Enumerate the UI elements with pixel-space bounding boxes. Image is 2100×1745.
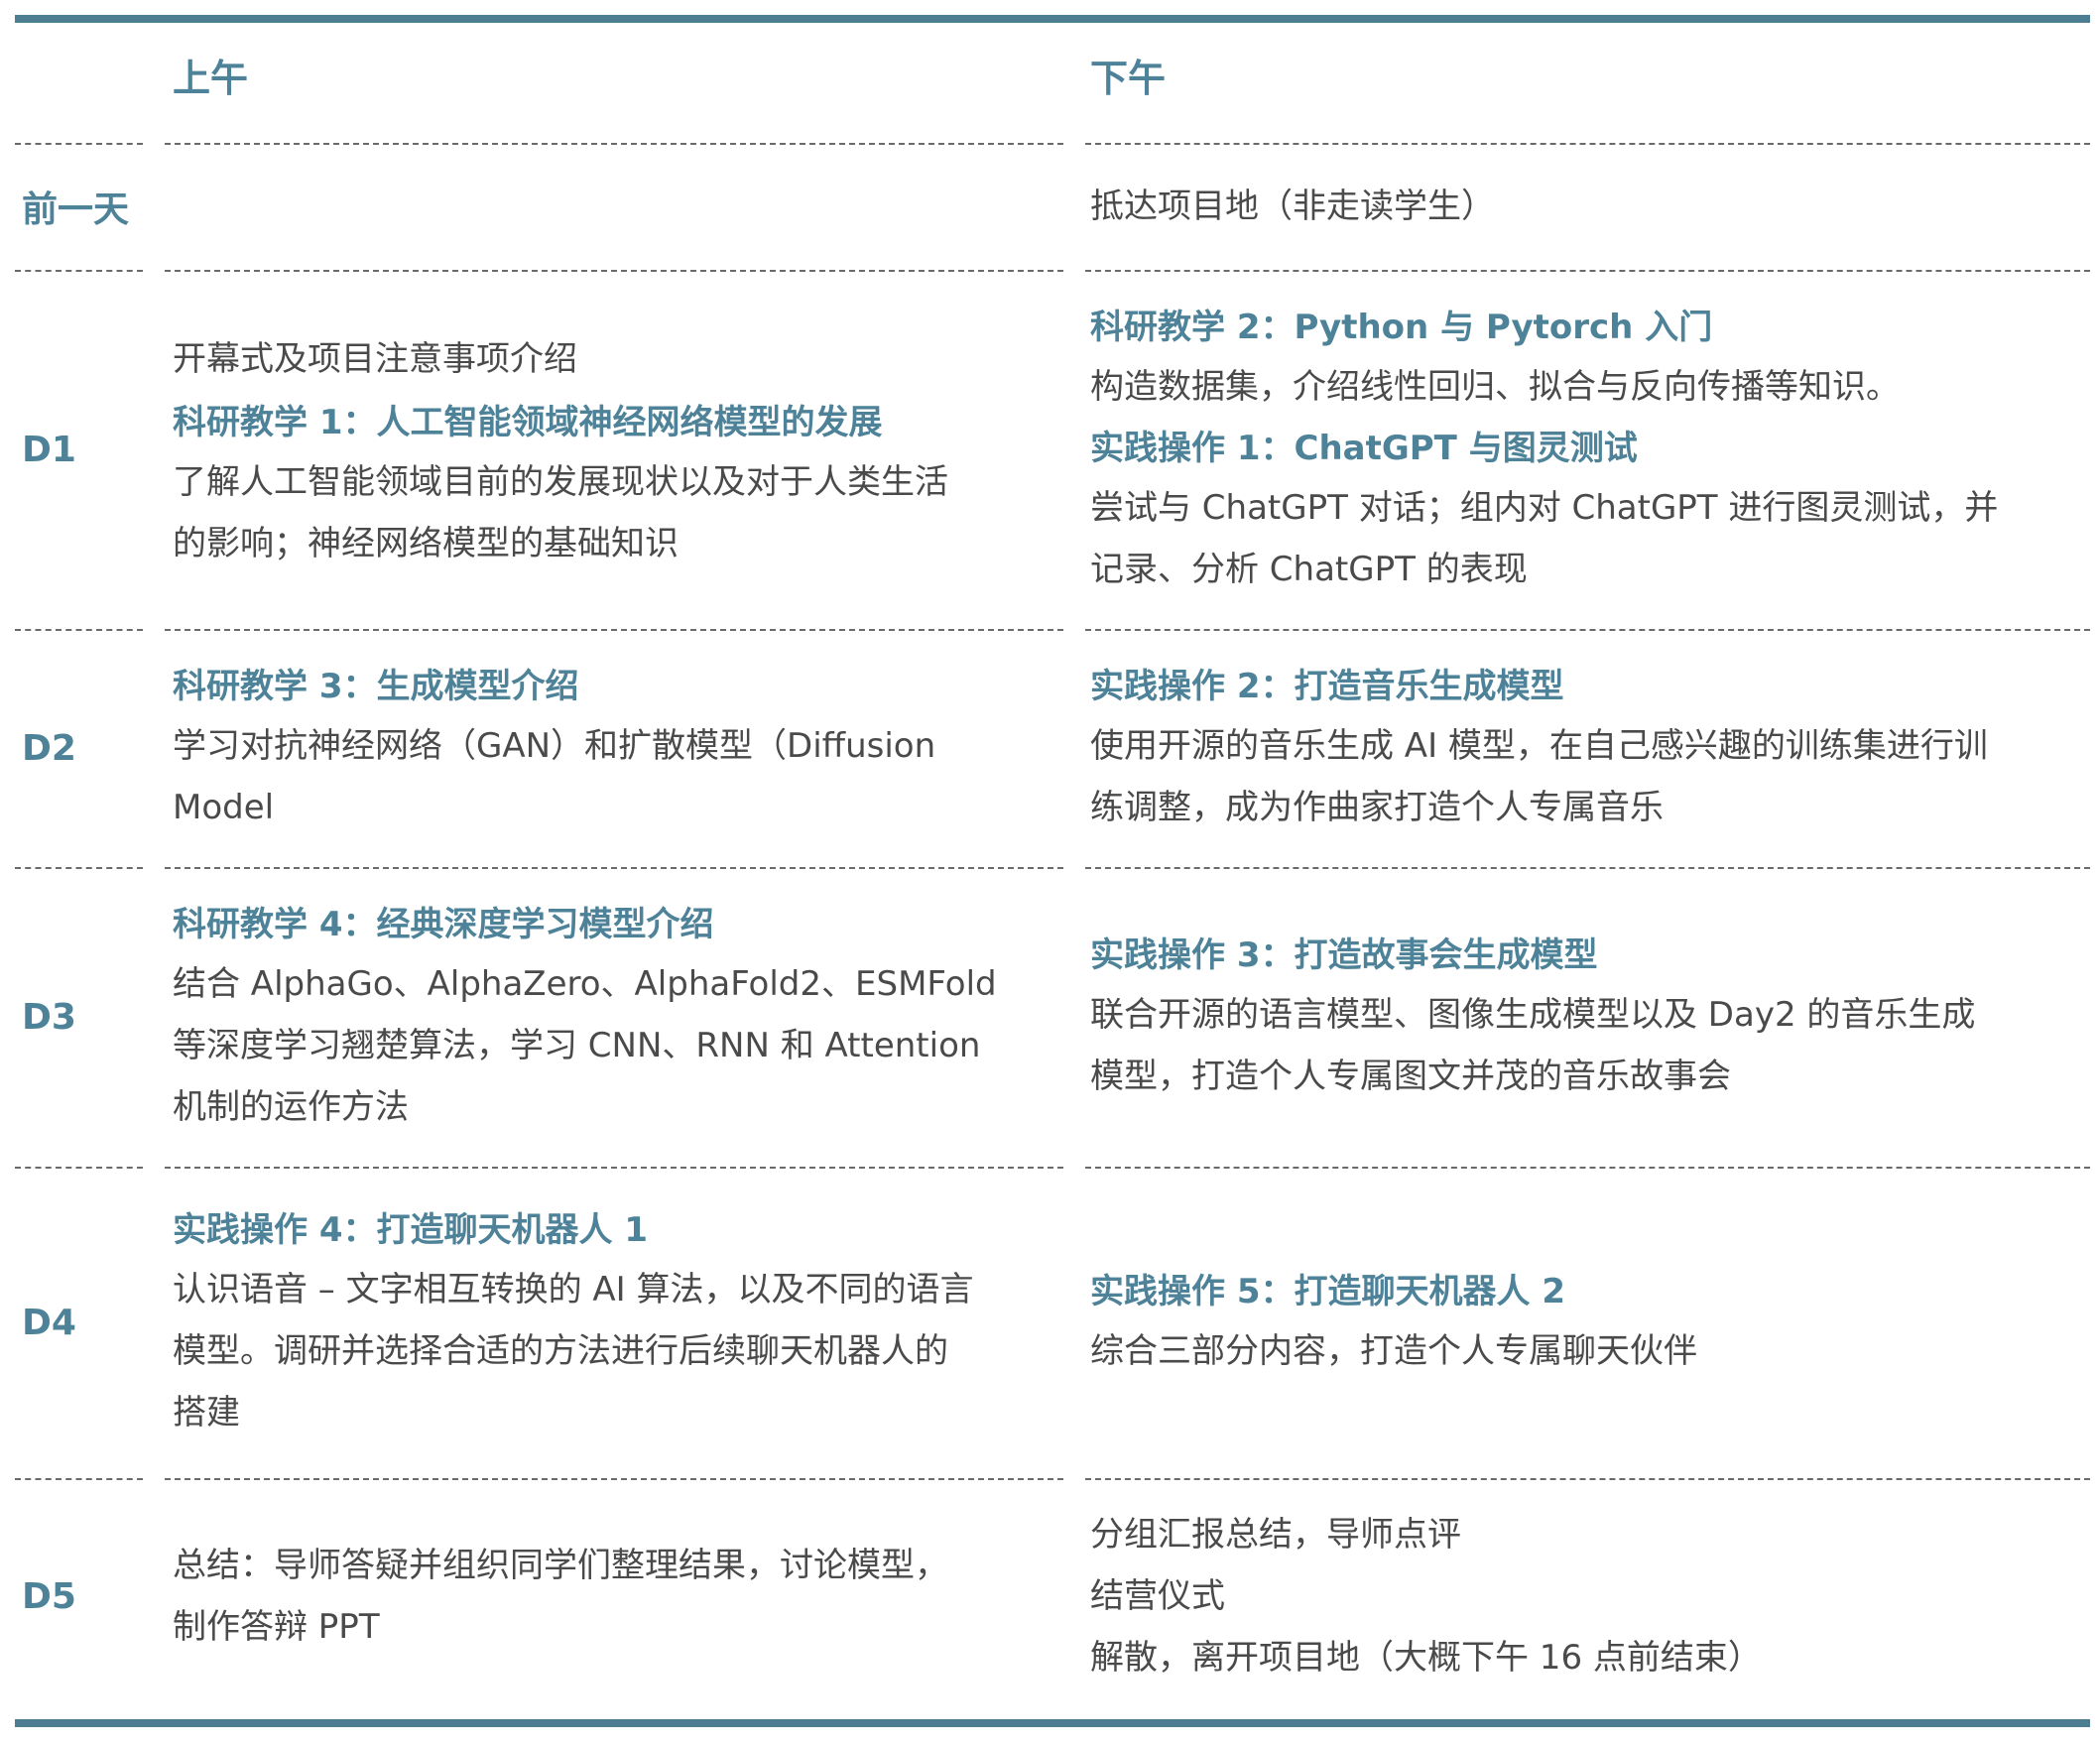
day-label: D3	[22, 996, 76, 1038]
activity-description: 解散，离开项目地（大概下午 16 点前结束）	[1090, 1638, 1762, 1678]
activity-title: 科研教学 1：人工智能领域神经网络模型的发展	[173, 403, 883, 442]
activity-description: 抵达项目地（非走读学生）	[1090, 187, 1495, 226]
activity-description: 结营仪式	[1090, 1576, 1225, 1616]
table-row-d1: D1 开幕式及项目注意事项介绍 科研教学 1：人工智能领域神经网络模型的发展 了…	[0, 270, 2100, 629]
activity-title: 科研教学 2：Python 与 Pytorch 入门	[1090, 308, 1713, 347]
day-label: D5	[22, 1575, 76, 1617]
activity-block: 科研教学 2：Python 与 Pytorch 入门 构造数据集，介绍线性回归、…	[1090, 299, 2082, 418]
table-row-d3: D3 科研教学 4：经典深度学习模型介绍 结合 AlphaGo、AlphaZer…	[0, 867, 2100, 1167]
activity-description: 练调整，成为作曲家打造个人专属音乐	[1090, 788, 1664, 827]
schedule-table: 上午 下午 前一天 抵达项目地（非走读学生） D1 开幕式及项目注意事项介绍 科…	[0, 0, 2100, 1745]
day-label: D2	[22, 727, 76, 769]
day-label: D4	[22, 1302, 76, 1343]
table-row-d5: D5 总结：导师答疑并组织同学们整理结果，讨论模型， 制作答辩 PPT 分组汇报…	[0, 1478, 2100, 1714]
top-rule	[15, 15, 2090, 23]
row-divider	[165, 143, 1063, 145]
activity-title: 实践操作 4：打造聊天机器人 1	[173, 1210, 648, 1250]
activity-description: 总结：导师答疑并组织同学们整理结果，讨论模型，	[173, 1546, 948, 1585]
activity-description: Model	[173, 788, 275, 827]
afternoon-cell: 抵达项目地（非走读学生）	[1090, 143, 2082, 270]
activity-description: 了解人工智能领域目前的发展现状以及对于人类生活	[173, 462, 948, 502]
activity-description: 结合 AlphaGo、AlphaZero、AlphaFold2、ESMFold	[173, 964, 997, 1004]
activity-title: 实践操作 3：打造故事会生成模型	[1090, 935, 1598, 975]
day-label: 前一天	[22, 189, 130, 230]
activity-description: 模型。调研并选择合适的方法进行后续聊天机器人的	[173, 1331, 948, 1371]
afternoon-cell: 科研教学 2：Python 与 Pytorch 入门 构造数据集，介绍线性回归、…	[1090, 270, 2082, 629]
activity-description: 学习对抗神经网络（GAN）和扩散模型（Diffusion	[173, 726, 936, 766]
activity-description: 搭建	[173, 1393, 240, 1433]
afternoon-cell: 分组汇报总结，导师点评 结营仪式 解散，离开项目地（大概下午 16 点前结束）	[1090, 1478, 2082, 1714]
morning-cell: 科研教学 4：经典深度学习模型介绍 结合 AlphaGo、AlphaZero、A…	[173, 867, 1055, 1167]
activity-description: 尝试与 ChatGPT 对话；组内对 ChatGPT 进行图灵测试，并	[1090, 488, 1999, 528]
activity-description: 的影响；神经网络模型的基础知识	[173, 524, 679, 563]
table-row-d2: D2 科研教学 3：生成模型介绍 学习对抗神经网络（GAN）和扩散模型（Diff…	[0, 629, 2100, 867]
column-header-afternoon: 下午	[1090, 57, 1167, 100]
morning-cell: 科研教学 3：生成模型介绍 学习对抗神经网络（GAN）和扩散模型（Diffusi…	[173, 629, 1055, 867]
activity-title: 实践操作 5：打造聊天机器人 2	[1090, 1272, 1565, 1311]
activity-block: 实践操作 1：ChatGPT 与图灵测试 尝试与 ChatGPT 对话；组内对 …	[1090, 420, 2082, 600]
activity-description: 综合三部分内容，打造个人专属聊天伙伴	[1090, 1331, 1697, 1371]
activity-title: 科研教学 3：生成模型介绍	[173, 667, 579, 706]
activity-description: 记录、分析 ChatGPT 的表现	[1090, 550, 1528, 589]
morning-cell: 总结：导师答疑并组织同学们整理结果，讨论模型， 制作答辩 PPT	[173, 1478, 1055, 1714]
activity-description: 分组汇报总结，导师点评	[1090, 1515, 1461, 1555]
activity-description: 开幕式及项目注意事项介绍	[173, 339, 577, 379]
day-label: D1	[22, 429, 76, 470]
afternoon-cell: 实践操作 3：打造故事会生成模型 联合开源的语言模型、图像生成模型以及 Day2…	[1090, 867, 2082, 1167]
activity-title: 科研教学 4：经典深度学习模型介绍	[173, 905, 714, 944]
column-header-morning: 上午	[173, 57, 249, 100]
activity-description: 构造数据集，介绍线性回归、拟合与反向传播等知识。	[1090, 367, 1900, 407]
morning-cell: 实践操作 4：打造聊天机器人 1 认识语音 – 文字相互转换的 AI 算法，以及…	[173, 1167, 1055, 1478]
activity-title: 实践操作 1：ChatGPT 与图灵测试	[1090, 429, 1638, 468]
bottom-rule	[15, 1719, 2090, 1727]
activity-description: 使用开源的音乐生成 AI 模型，在自己感兴趣的训练集进行训	[1090, 726, 1988, 766]
afternoon-cell: 实践操作 5：打造聊天机器人 2 综合三部分内容，打造个人专属聊天伙伴	[1090, 1167, 2082, 1478]
activity-description: 等深度学习翘楚算法，学习 CNN、RNN 和 Attention	[173, 1026, 981, 1065]
activity-description: 认识语音 – 文字相互转换的 AI 算法，以及不同的语言	[173, 1270, 974, 1309]
afternoon-cell: 实践操作 2：打造音乐生成模型 使用开源的音乐生成 AI 模型，在自己感兴趣的训…	[1090, 629, 2082, 867]
table-row-d4: D4 实践操作 4：打造聊天机器人 1 认识语音 – 文字相互转换的 AI 算法…	[0, 1167, 2100, 1478]
table-row-pre-day: 前一天 抵达项目地（非走读学生）	[0, 143, 2100, 270]
activity-description: 机制的运作方法	[173, 1087, 409, 1127]
activity-title: 实践操作 2：打造音乐生成模型	[1090, 667, 1564, 706]
activity-description: 联合开源的语言模型、图像生成模型以及 Day2 的音乐生成	[1090, 995, 1976, 1035]
morning-cell: 开幕式及项目注意事项介绍 科研教学 1：人工智能领域神经网络模型的发展 了解人工…	[173, 270, 1055, 629]
activity-description: 模型，打造个人专属图文并茂的音乐故事会	[1090, 1057, 1731, 1096]
activity-description: 制作答辩 PPT	[173, 1607, 380, 1647]
